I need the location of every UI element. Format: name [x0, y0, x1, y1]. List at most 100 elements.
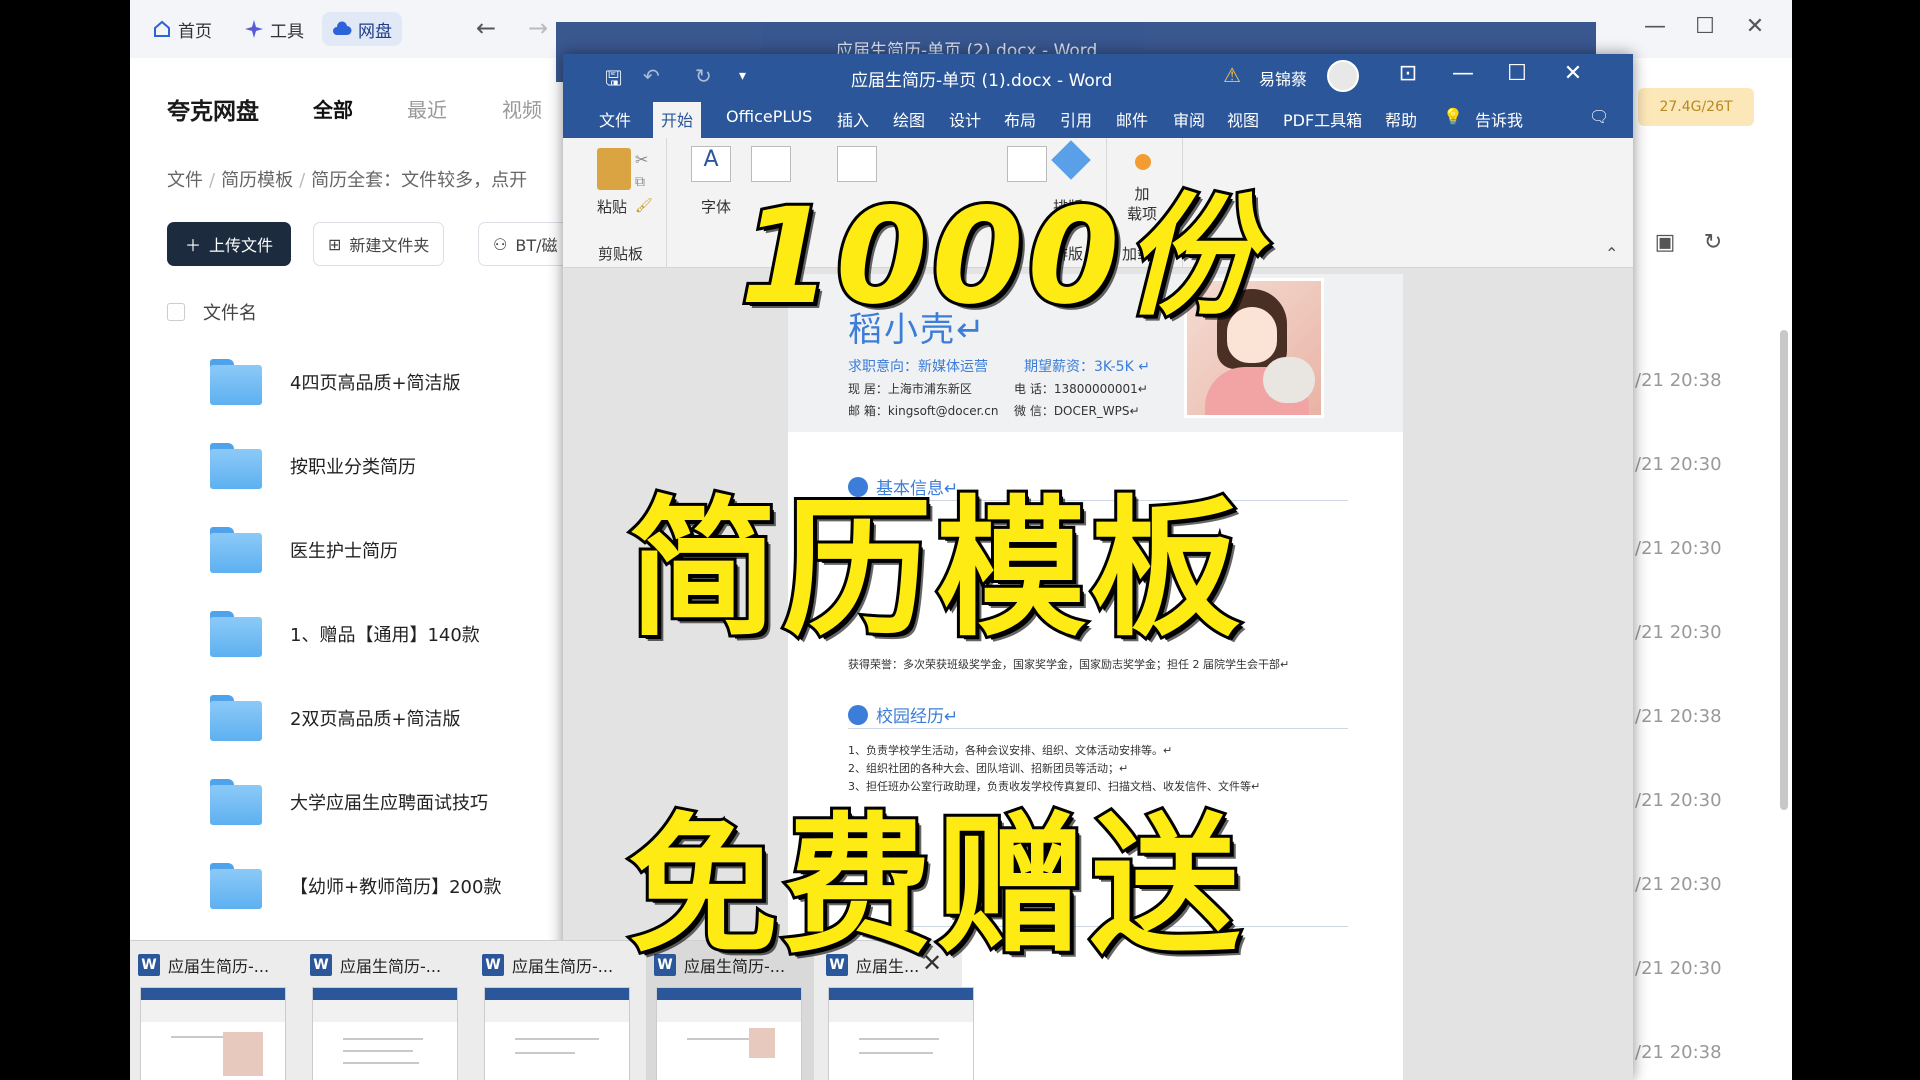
nav-home[interactable]: 首页 — [142, 12, 222, 46]
nav-disk[interactable]: 网盘 — [322, 12, 402, 46]
section-divider — [848, 728, 1348, 729]
word-title-bar: 🖫 ↶ ↻ ▾ 应届生简历-单页 (1).docx - Word ⚠ 易锦蔡 ⊡… — [563, 54, 1633, 98]
phone: 电 话：13800000001↵ — [1014, 382, 1148, 396]
maximize-icon[interactable]: ☐ — [1690, 14, 1720, 39]
modified-date: /21 20:30 — [1635, 874, 1722, 895]
close-icon[interactable]: ✕ — [1553, 61, 1593, 86]
tab-design[interactable]: 设计 — [949, 107, 981, 131]
list-item[interactable]: 医生护士简历 — [210, 520, 398, 580]
copy-icon[interactable]: ⧉ — [635, 174, 645, 190]
thumbnail[interactable]: W 应届生简历-... — [302, 941, 470, 1080]
new-folder-button[interactable]: ⊞ 新建文件夹 — [313, 222, 445, 266]
storage-badge[interactable]: 27.4G/26T — [1638, 88, 1754, 126]
thumbnail-title: 应届生简历-... — [168, 957, 270, 976]
tab-recent[interactable]: 最近 — [407, 94, 447, 123]
section-campus: 校园经历↵ — [848, 702, 958, 727]
folder-icon — [210, 359, 262, 405]
warning-icon[interactable]: ⚠ — [1223, 63, 1241, 87]
tab-draw[interactable]: 绘图 — [893, 107, 925, 131]
list-item[interactable]: 4四页高品质+简洁版 — [210, 352, 461, 412]
back-arrow-icon[interactable]: ← — [476, 14, 496, 42]
folder-icon — [210, 695, 262, 741]
customize-toolbar-icon[interactable]: ▾ — [739, 68, 746, 84]
breadcrumb-item[interactable]: 简历模板 — [221, 170, 293, 191]
list-item[interactable]: 1、赠品【通用】140款 — [210, 604, 480, 664]
select-all-checkbox[interactable] — [167, 303, 185, 321]
paste-button[interactable]: 粘贴 — [597, 196, 627, 217]
thumbnail-preview — [656, 987, 802, 1080]
folder-icon — [210, 443, 262, 489]
thumbnail-preview — [828, 987, 974, 1080]
font-color-icon[interactable]: A — [691, 146, 731, 182]
bt-button[interactable]: ⚇ BT/磁 — [478, 222, 573, 266]
undo-icon[interactable]: ↶ — [643, 64, 660, 88]
redo-icon[interactable]: ↻ — [695, 64, 712, 88]
modified-date: /21 20:30 — [1635, 790, 1722, 811]
breadcrumb-item[interactable]: 简历全套：文件较多，点开 — [311, 170, 527, 191]
file-name: 【幼师+教师简历】200款 — [290, 877, 502, 898]
thumbnail-preview — [484, 987, 630, 1080]
modified-date: /21 20:38 — [1635, 1042, 1722, 1063]
tab-view[interactable]: 视图 — [1227, 107, 1259, 131]
folder-icon — [210, 863, 262, 909]
forward-arrow-icon[interactable]: → — [528, 14, 548, 42]
tab-tell-me[interactable]: 告诉我 — [1475, 107, 1523, 131]
collapse-ribbon-icon[interactable]: ⌃ — [1605, 244, 1618, 263]
tab-video[interactable]: 视频 — [502, 94, 542, 123]
paste-icon[interactable] — [597, 148, 631, 190]
email: 邮 箱：kingsoft@docer.cn — [848, 404, 999, 418]
tab-review[interactable]: 审阅 — [1173, 107, 1205, 131]
tab-layout[interactable]: 布局 — [1004, 107, 1036, 131]
nav-disk-label: 网盘 — [358, 21, 392, 42]
user-name[interactable]: 易锦蔡 — [1259, 66, 1307, 90]
refresh-icon[interactable]: ↻ — [1698, 230, 1728, 260]
section-title: 校园经历↵ — [876, 707, 959, 727]
plus-icon: ＋ — [184, 236, 201, 255]
folder-plus-icon: ⊞ — [328, 234, 342, 254]
list-item[interactable]: 大学应届生应聘面试技巧 — [210, 772, 488, 832]
nav-tools[interactable]: 工具 — [234, 12, 314, 46]
expected-salary: 期望薪资：3K-5K ↵ — [1024, 359, 1150, 375]
breadcrumb-item[interactable]: 文件 — [167, 170, 203, 191]
tab-references[interactable]: 引用 — [1060, 107, 1092, 131]
modified-date: /21 20:30 — [1635, 958, 1722, 979]
address: 现 居：上海市浦东新区 — [848, 382, 972, 396]
word-icon: W — [138, 954, 160, 976]
close-icon[interactable]: ✕ — [1740, 14, 1770, 39]
file-name: 2双页高品质+简洁版 — [290, 709, 461, 730]
modified-date: /21 20:38 — [1635, 370, 1722, 391]
list-item[interactable]: 2双页高品质+简洁版 — [210, 688, 461, 748]
tab-insert[interactable]: 插入 — [837, 107, 869, 131]
lightbulb-icon[interactable]: 💡 — [1443, 107, 1463, 126]
minimize-icon[interactable]: — — [1640, 14, 1670, 39]
comment-icon[interactable]: 🗨 — [1589, 107, 1609, 126]
save-icon[interactable]: 🖫 — [605, 64, 622, 98]
tab-file[interactable]: 文件 — [599, 107, 631, 131]
avatar[interactable] — [1327, 60, 1359, 92]
file-list-header: 文件名 — [167, 299, 257, 325]
nav-tools-label: 工具 — [270, 21, 304, 42]
list-view-icon[interactable]: ▣ — [1650, 230, 1680, 260]
maximize-icon[interactable]: ☐ — [1497, 61, 1537, 86]
file-name: 1、赠品【通用】140款 — [290, 625, 480, 646]
minimize-icon[interactable]: — — [1443, 61, 1483, 86]
thumbnail[interactable]: W 应届生简历-... — [474, 941, 642, 1080]
tab-officeplus[interactable]: OfficePLUS — [726, 107, 812, 126]
campus-line: 1、负责学校学生活动，各种会议安排、组织、文体活动安排等。↵ — [848, 744, 1173, 757]
list-item[interactable]: 【幼师+教师简历】200款 — [210, 856, 501, 916]
upload-button[interactable]: ＋ 上传文件 — [167, 222, 291, 266]
magnet-icon: ⚇ — [493, 234, 508, 254]
tab-pdf-tools[interactable]: PDF工具箱 — [1283, 107, 1362, 131]
format-painter-icon[interactable]: 🖌 — [635, 198, 653, 214]
ribbon-display-icon[interactable]: ⊡ — [1388, 61, 1428, 86]
word-icon: W — [482, 954, 504, 976]
scrollbar[interactable] — [1780, 330, 1788, 810]
thumbnail[interactable]: W 应届生简历-... — [130, 941, 298, 1080]
list-item[interactable]: 按职业分类简历 — [210, 436, 416, 496]
tab-home[interactable]: 开始 — [653, 102, 702, 138]
cut-icon[interactable]: ✂ — [635, 150, 648, 169]
tab-mailings[interactable]: 邮件 — [1116, 107, 1148, 131]
tab-all[interactable]: 全部 — [313, 94, 353, 123]
clipboard-group-label: 剪贴板 — [597, 245, 643, 263]
tab-help[interactable]: 帮助 — [1385, 107, 1417, 131]
